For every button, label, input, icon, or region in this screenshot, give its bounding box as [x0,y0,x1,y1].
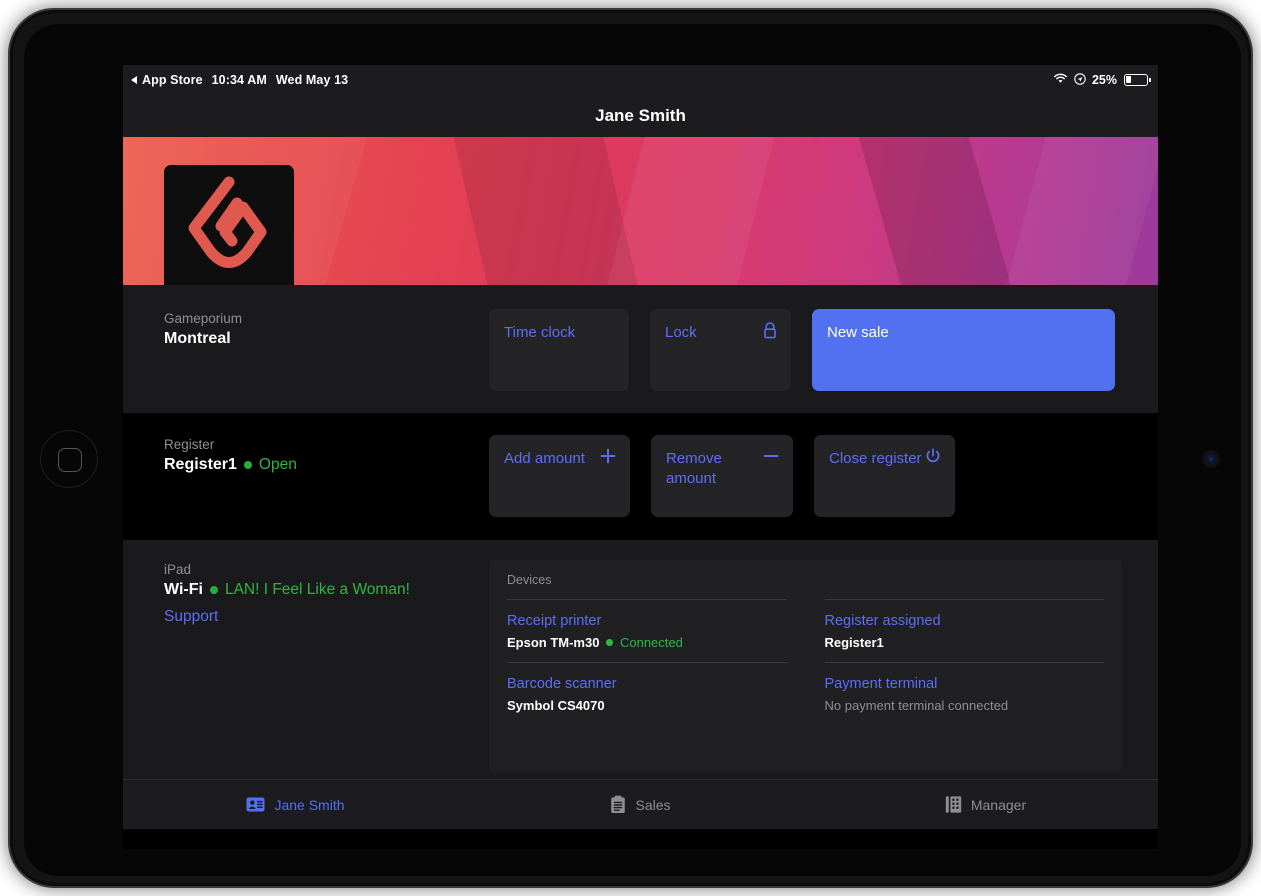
device-register-assigned[interactable]: Register assigned Register1 [824,599,1105,662]
home-button[interactable] [40,430,98,488]
receipt-printer-model: Epson TM-m30 [507,635,600,650]
tab-sales[interactable]: Sales [468,780,813,829]
battery-fill [1126,76,1132,84]
add-amount-label: Add amount [504,450,585,467]
status-time: 10:34 AM [211,73,267,87]
lightspeed-flame-logo-icon [181,176,277,285]
ipad-label: iPad [164,562,192,577]
network-name-label: LAN! I Feel Like a Woman! [224,581,410,598]
devices-panel: Devices Receipt printer Epson TM-m30 Con… [489,560,1122,772]
payment-terminal-value: No payment terminal connected [824,698,1009,713]
receipt-printer-status: Epson TM-m30 Connected [507,635,787,650]
store-actions: Time clock Lock New sale [489,309,1115,391]
register-value: Register1 Open [164,456,489,474]
time-clock-label: Time clock [504,324,576,341]
lock-icon [763,322,777,339]
home-button-square-icon [58,448,82,472]
lock-label: Lock [665,324,697,341]
hero-facet-3 [594,137,782,285]
tab-bar: Jane Smith Sales Manager [123,779,1158,829]
receipt-printer-connection-label: Connected [619,635,683,650]
plus-icon [600,448,616,464]
status-date: Wed May 13 [275,73,349,87]
back-arrow-icon[interactable] [131,76,137,84]
devices-header-spacer [825,573,1105,599]
store-logo [164,165,294,285]
register-status-dot-icon [243,461,252,469]
device-payment-terminal[interactable]: Payment terminal No payment terminal con… [824,662,1105,725]
register-assigned-status: Register1 [825,635,1105,650]
location-arrow-icon [1074,72,1086,88]
receipt-printer-title[interactable]: Receipt printer [507,613,787,629]
front-camera [1202,450,1220,468]
register-assigned-title[interactable]: Register assigned [825,613,1105,629]
store-section: Gameporium Montreal Time clock Lock New … [123,285,1158,413]
store-meta: Gameporium Montreal [164,309,489,348]
barcode-scanner-title[interactable]: Barcode scanner [507,676,787,692]
payment-terminal-title[interactable]: Payment terminal [825,676,1105,692]
clipboard-icon [610,795,626,814]
ipad-device-frame: App Store 10:34 AM Wed May 13 25% Jane S… [8,8,1253,888]
network-type-label: Wi-Fi [164,581,203,598]
lock-button[interactable]: Lock [650,309,791,391]
close-register-label: Close register [829,450,922,467]
screen: App Store 10:34 AM Wed May 13 25% Jane S… [123,65,1158,849]
store-location-value: Montreal [164,330,231,347]
payment-terminal-status: No payment terminal connected [825,698,1105,713]
devices-header: Devices [507,573,552,587]
network-status-dot-icon [209,586,218,594]
tab-user-label: Jane Smith [274,796,345,813]
remove-amount-button[interactable]: Remove amount [651,435,793,517]
barcode-scanner-model: Symbol CS4070 [507,698,605,713]
tab-sales-label: Sales [635,796,671,813]
new-sale-label: New sale [827,324,889,341]
hero-facet-4 [850,137,1026,285]
status-bar-left[interactable]: App Store 10:34 AM Wed May 13 [131,73,348,87]
page-title: Jane Smith [595,106,686,125]
time-clock-button[interactable]: Time clock [489,309,629,391]
minus-icon [763,448,779,464]
status-bar-right: 25% [1053,65,1151,95]
close-register-button[interactable]: Close register [814,435,955,517]
barcode-scanner-status: Symbol CS4070 [507,698,787,713]
tab-manager-label: Manager [970,796,1027,813]
hero-facet-5 [992,137,1158,285]
register-name: Register1 [164,456,237,473]
ipad-info: iPad Wi-Fi LAN! I Feel Like a Woman! Sup… [164,562,489,772]
devices-column-right: Register assigned Register1 Payment term… [824,573,1105,772]
register-building-icon [945,795,962,814]
register-assigned-value: Register1 [824,635,884,650]
devices-section: iPad Wi-Fi LAN! I Feel Like a Woman! Sup… [123,540,1158,779]
new-sale-button[interactable]: New sale [812,309,1115,391]
battery-icon [1124,74,1151,86]
register-status-label: Open [258,456,297,473]
wifi-status-row: Wi-Fi LAN! I Feel Like a Woman! [164,581,489,599]
hero-banner [123,137,1158,285]
id-card-icon [246,797,265,812]
tab-manager[interactable]: Manager [813,780,1158,829]
status-bar: App Store 10:34 AM Wed May 13 25% [123,65,1158,95]
register-actions: Add amount Remove amount Close register [489,435,955,517]
receipt-printer-status-dot-icon [606,639,613,646]
add-amount-button[interactable]: Add amount [489,435,630,517]
register-label: Register [164,437,215,452]
power-icon [925,448,941,464]
wifi-icon [1053,73,1068,87]
remove-amount-label: Remove amount [666,450,722,488]
back-app-label[interactable]: App Store [142,73,203,87]
devices-column-left: Devices Receipt printer Epson TM-m30 Con… [507,573,787,772]
store-name-label: Gameporium [164,311,243,326]
register-section: Register Register1 Open Add amount Remov… [123,413,1158,540]
nav-bar: Jane Smith [123,95,1158,137]
device-barcode-scanner[interactable]: Barcode scanner Symbol CS4070 [507,662,787,725]
register-meta: Register Register1 Open [164,435,489,474]
battery-percent-label: 25% [1091,73,1117,87]
tab-user[interactable]: Jane Smith [123,780,468,829]
device-receipt-printer[interactable]: Receipt printer Epson TM-m30 Connected [507,599,787,662]
support-link[interactable]: Support [164,608,218,626]
